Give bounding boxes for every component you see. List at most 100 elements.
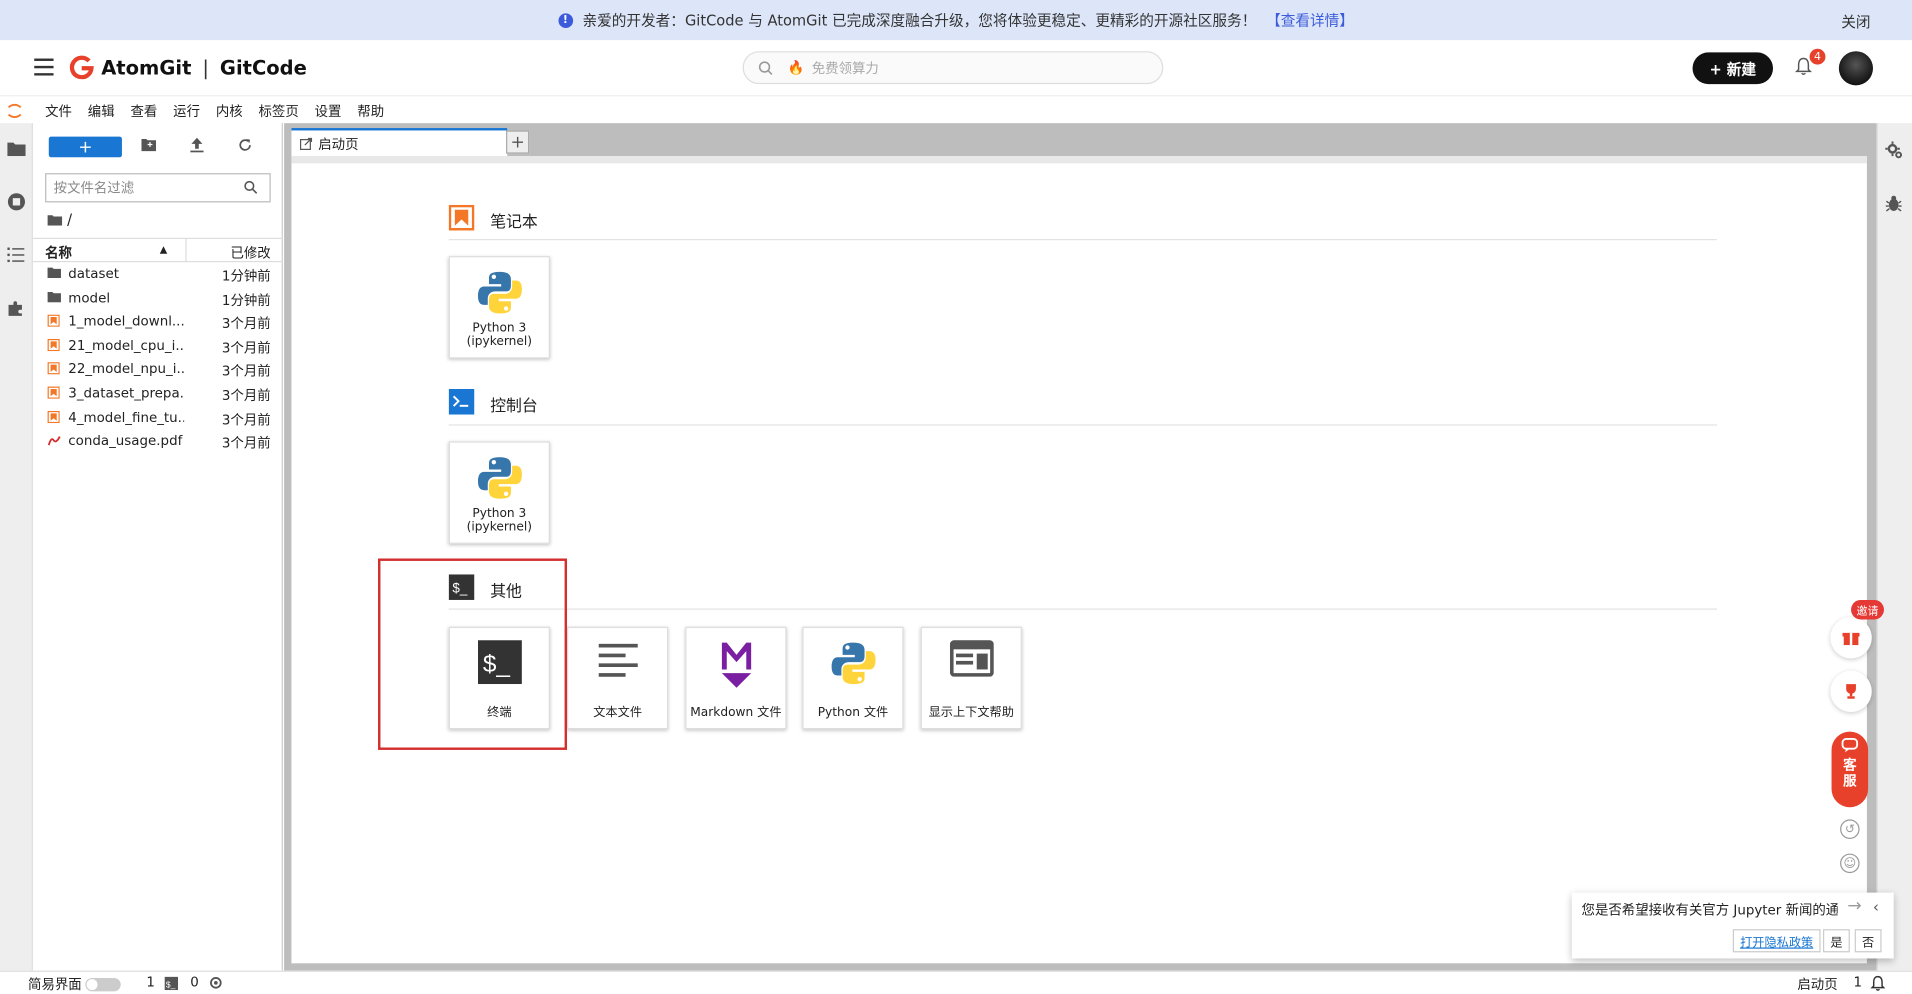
text-file-card[interactable]: 文本文件 — [567, 626, 669, 730]
kefu-char-2: 服 — [1843, 773, 1857, 789]
menu-tabs[interactable]: 标签页 — [259, 101, 299, 121]
running-sessions-icon[interactable] — [7, 193, 25, 211]
menu-help[interactable]: 帮助 — [357, 101, 384, 121]
simple-mode-toggle[interactable] — [85, 977, 121, 992]
right-activity-bar — [1876, 123, 1912, 971]
brand-gitcode: GitCode — [219, 55, 307, 79]
menu-edit[interactable]: 编辑 — [88, 101, 115, 121]
card-label: Markdown 文件 — [690, 706, 782, 720]
tab-launcher[interactable]: 启动页 — [291, 128, 508, 157]
column-name-header[interactable]: 名称 — [45, 243, 72, 263]
debugger-bug-icon[interactable] — [1885, 194, 1902, 212]
property-inspector-gear-icon[interactable] — [1885, 141, 1903, 159]
new-button[interactable]: + 新建 — [1692, 52, 1774, 85]
menu-run[interactable]: 运行 — [173, 101, 200, 121]
search-input[interactable]: 🔥 免费领算力 — [742, 51, 1164, 85]
terminal-icon: $_ — [164, 976, 179, 991]
console-section-title: 控制台 — [490, 397, 538, 416]
notification-no-button[interactable]: 否 — [1854, 929, 1882, 953]
bell-icon[interactable] — [1870, 975, 1886, 992]
chat-icon — [1841, 738, 1859, 753]
file-name: 1_model_downl... — [68, 313, 185, 330]
gear-icon[interactable] — [209, 976, 224, 991]
menu-kernel[interactable]: 内核 — [216, 101, 243, 121]
breadcrumb-root[interactable]: / — [67, 211, 72, 228]
search-placeholder: 免费领算力 — [811, 60, 879, 77]
site-header: AtomGit | GitCode 🔥 免费领算力 + 新建 4 — [0, 40, 1912, 97]
new-folder-icon[interactable] — [141, 138, 157, 152]
refresh-icon[interactable] — [238, 138, 253, 153]
file-row[interactable]: conda_usage.pdf 3个月前 — [33, 429, 283, 453]
new-launcher-button[interactable]: + — [48, 136, 122, 158]
folder-icon — [47, 267, 61, 279]
notification-yes-button[interactable]: 是 — [1823, 929, 1850, 953]
notification-message: 您是否希望接收有关官方 Jupyter 新闻的通知？ — [1581, 902, 1838, 919]
search-icon — [244, 180, 258, 194]
console-python3-card[interactable]: Python 3 (ipykernel) — [448, 441, 550, 544]
file-row[interactable]: 1_model_downl... 3个月前 — [33, 310, 283, 334]
tab-label: 启动页 — [318, 135, 359, 152]
notification-count[interactable]: 1 — [1853, 974, 1862, 990]
filter-placeholder: 按文件名过滤 — [53, 180, 135, 197]
column-modified-header[interactable]: 已修改 — [230, 243, 270, 263]
file-modified: 1分钟前 — [221, 268, 271, 285]
file-modified: 3个月前 — [221, 411, 271, 428]
add-tab-button[interactable]: + — [506, 130, 530, 154]
card-label: 文本文件 — [593, 706, 643, 720]
invite-badge[interactable]: 邀请 — [1851, 599, 1884, 620]
smiley-feedback-icon[interactable]: ☺ — [1840, 853, 1860, 874]
markdown-file-card[interactable]: Markdown 文件 — [685, 626, 787, 730]
menu-file[interactable]: 文件 — [45, 101, 72, 121]
file-row[interactable]: 22_model_npu_i... 3个月前 — [33, 358, 283, 382]
chevron-left-icon[interactable]: ‹ — [1873, 899, 1879, 916]
extensions-puzzle-icon[interactable] — [7, 300, 24, 317]
markdown-icon — [687, 640, 786, 689]
notebook-python3-card[interactable]: Python 3 (ipykernel) — [448, 256, 550, 359]
file-row[interactable]: 21_model_cpu_i... 3个月前 — [33, 334, 283, 358]
gift-icon[interactable] — [1830, 617, 1872, 659]
file-name: 4_model_fine_tu... — [68, 409, 185, 426]
menu-view[interactable]: 查看 — [130, 101, 157, 121]
notebook-icon — [47, 410, 60, 423]
python-file-card[interactable]: Python 文件 — [802, 626, 904, 730]
file-filter-input[interactable]: 按文件名过滤 — [45, 173, 271, 203]
file-modified: 3个月前 — [221, 435, 271, 452]
python-logo-icon — [450, 455, 549, 501]
launcher-tab-icon — [299, 137, 313, 150]
breadcrumb[interactable]: / — [47, 211, 72, 228]
customer-service-button[interactable]: 客 服 — [1831, 731, 1869, 808]
file-row[interactable]: 4_model_fine_tu... 3个月前 — [33, 406, 283, 430]
brand-logo[interactable]: AtomGit | GitCode — [69, 55, 307, 80]
notebook-icon — [47, 338, 60, 351]
news-notification-toast: 您是否希望接收有关官方 Jupyter 新闻的通知？ → ‹ 打开隐私政策 是 … — [1571, 892, 1894, 959]
file-name: dataset — [68, 265, 120, 282]
announcement-banner: ! 亲爱的开发者：GitCode 与 AtomGit 已完成深度融合升级，您将体… — [0, 0, 1912, 41]
arrow-right-icon[interactable]: → — [1847, 896, 1861, 916]
file-modified: 3个月前 — [221, 387, 271, 404]
table-of-contents-icon[interactable] — [7, 247, 25, 263]
status-active-tab: 启动页 — [1797, 976, 1838, 993]
history-icon[interactable]: ↺ — [1840, 819, 1860, 839]
python-logo-icon — [450, 269, 549, 315]
trophy-icon[interactable] — [1830, 670, 1872, 713]
open-privacy-policy-button[interactable]: 打开隐私政策 — [1732, 929, 1821, 953]
upload-icon[interactable] — [190, 137, 204, 153]
file-row[interactable]: model 1分钟前 — [33, 286, 283, 310]
folder-icon[interactable] — [7, 141, 26, 157]
contextual-help-card[interactable]: 显示上下文帮助 — [920, 626, 1022, 730]
file-row[interactable]: dataset 1分钟前 — [33, 262, 283, 286]
file-row[interactable]: 3_dataset_prepa... 3个月前 — [33, 382, 283, 406]
banner-details-link[interactable]: 【查看详情】 — [1266, 10, 1354, 31]
menu-settings[interactable]: 设置 — [315, 101, 342, 121]
banner-close-button[interactable]: 关闭 — [1841, 11, 1870, 32]
user-avatar[interactable] — [1838, 51, 1873, 86]
file-name: 22_model_npu_i... — [68, 361, 185, 378]
hamburger-menu-icon[interactable] — [34, 58, 54, 76]
file-name: model — [68, 289, 111, 306]
kernel-count[interactable]: 1 — [146, 974, 155, 990]
brand-atomgit: AtomGit — [101, 55, 192, 79]
card-sublabel: (ipykernel) — [466, 335, 533, 349]
banner-message: 亲爱的开发者：GitCode 与 AtomGit 已完成深度融合升级，您将体验更… — [582, 12, 1257, 30]
terminal-count[interactable]: 0 — [190, 974, 199, 990]
card-label: Python 3 — [472, 321, 527, 336]
